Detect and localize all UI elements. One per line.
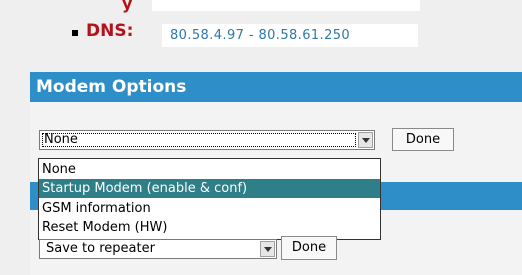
clipped-label: y — [122, 0, 133, 13]
dropdown-option-startup-modem[interactable]: Startup Modem (enable & conf) — [39, 179, 380, 198]
bullet-icon — [72, 30, 78, 36]
modem-option-dropdown[interactable]: None Startup Modem (enable & conf) GSM i… — [38, 158, 381, 240]
dropdown-option-reset-modem[interactable]: Reset Modem (HW) — [39, 218, 380, 237]
modem-options-header: Modem Options — [30, 72, 522, 102]
chevron-down-icon[interactable] — [260, 241, 275, 257]
modem-done-button[interactable]: Done — [392, 128, 454, 151]
dns-value: 80.58.4.97 - 80.58.61.250 — [162, 24, 418, 47]
chevron-down-icon[interactable] — [358, 132, 373, 148]
modem-option-select[interactable]: None — [39, 130, 375, 150]
repeater-select-value: Save to repeater — [46, 241, 155, 256]
dns-label: DNS: — [86, 21, 134, 41]
previous-value-field — [152, 0, 420, 11]
dropdown-option-gsm-information[interactable]: GSM information — [39, 199, 380, 218]
focus-ring — [42, 133, 356, 147]
repeater-select[interactable]: Save to repeater — [39, 239, 277, 259]
dropdown-option-none[interactable]: None — [39, 160, 380, 179]
repeater-done-button[interactable]: Done — [281, 236, 337, 260]
